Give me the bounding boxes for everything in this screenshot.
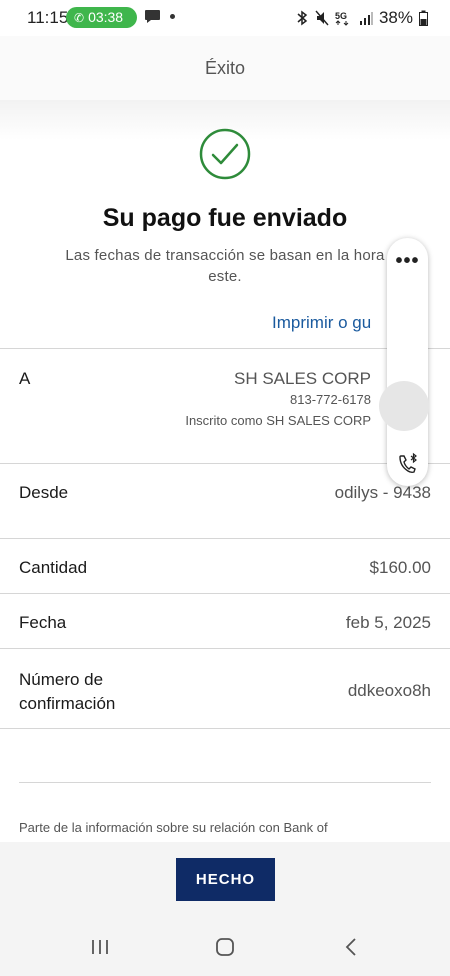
- date-value: feb 5, 2025: [345, 613, 431, 632]
- disclaimer-text: Parte de la información sobre su relació…: [19, 820, 328, 835]
- divider: [19, 782, 431, 783]
- success-title: Su pago fue enviado: [102, 204, 348, 232]
- signal-icon: [359, 12, 373, 25]
- app-header: Éxito: [0, 36, 450, 100]
- amount-value: $160.00: [369, 558, 431, 577]
- phone-icon: ✆: [74, 11, 85, 25]
- battery-icon: [419, 10, 428, 26]
- bluetooth-icon: [297, 10, 308, 26]
- confirmation-label-line-2: confirmación: [19, 694, 116, 713]
- more-options-icon[interactable]: •••: [387, 250, 428, 273]
- to-phone: 813-772-6178: [290, 392, 371, 407]
- call-timer: 03:38: [88, 9, 124, 25]
- from-label: Desde: [19, 483, 69, 502]
- message-icon: [145, 10, 160, 23]
- confirmation-value: ddkeoxo8h: [347, 681, 431, 700]
- 5g-icon: 5G: [335, 11, 349, 26]
- subtitle-line-2: este.: [208, 268, 242, 285]
- confirmation-label: Número de confirmación: [19, 668, 115, 716]
- back-icon[interactable]: [331, 932, 371, 962]
- system-nav-bar: [0, 918, 450, 976]
- print-save-link[interactable]: Imprimir o gu: [272, 313, 371, 333]
- recent-apps-icon[interactable]: [80, 932, 120, 962]
- amount-label: Cantidad: [19, 558, 88, 577]
- to-name: SH SALES CORP: [234, 369, 371, 388]
- divider: [0, 538, 450, 539]
- divider: [0, 463, 450, 464]
- status-bar: 11:15 ✆ 03:38 5G 38%: [0, 0, 450, 36]
- divider: [0, 648, 450, 649]
- notification-dot: [170, 14, 175, 19]
- bluetooth-call-icon[interactable]: [396, 452, 420, 476]
- subtitle-line-1: Las fechas de transacción se basan en la…: [65, 247, 385, 264]
- divider: [0, 728, 450, 729]
- check-circle-icon: [199, 128, 251, 180]
- divider: [0, 593, 450, 594]
- divider: [0, 348, 450, 349]
- mute-icon: [315, 10, 329, 26]
- handle-circle[interactable]: [379, 381, 429, 431]
- call-indicator[interactable]: ✆ 03:38: [66, 7, 137, 28]
- to-registered-as: Inscrito como SH SALES CORP: [185, 413, 371, 428]
- battery-level: 38%: [378, 8, 413, 27]
- home-icon[interactable]: [205, 932, 245, 962]
- confirmation-label-line-1: Número de: [19, 670, 104, 689]
- svg-text:5G: 5G: [335, 11, 347, 21]
- success-panel: Su pago fue enviado Las fechas de transa…: [0, 100, 450, 349]
- success-subtitle: Las fechas de transacción se basan en la…: [24, 245, 426, 287]
- from-value: odilys - 9438: [334, 483, 431, 502]
- date-label: Fecha: [19, 613, 67, 632]
- to-label: A: [19, 369, 31, 388]
- side-panel-bubble[interactable]: •••: [379, 238, 429, 486]
- action-area: HECHO: [0, 842, 450, 918]
- status-time: 11:15: [27, 8, 69, 27]
- page-title: Éxito: [204, 58, 246, 78]
- done-button[interactable]: HECHO: [176, 858, 275, 901]
